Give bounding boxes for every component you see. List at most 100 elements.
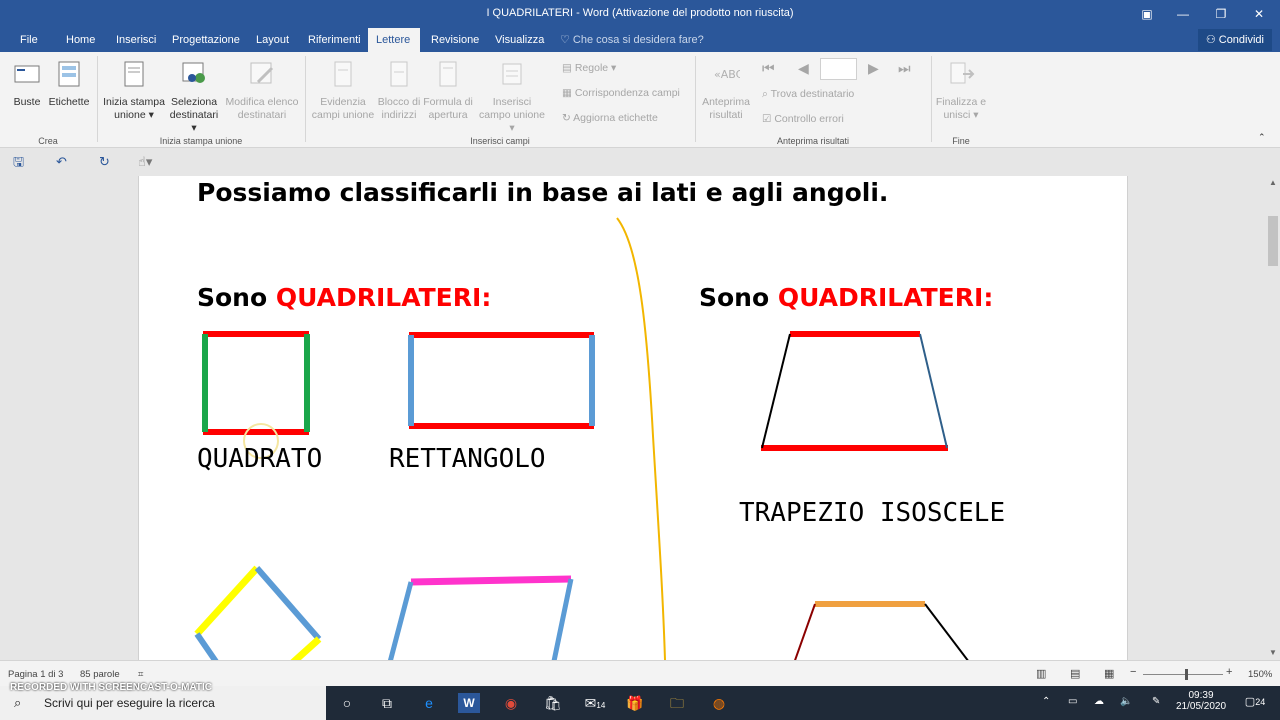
greeting-line-icon [439,61,457,87]
edit-list-icon [250,62,274,84]
tab-file[interactable]: File [12,28,46,52]
zoom-slider-thumb[interactable] [1185,669,1188,680]
tab-home[interactable]: Home [58,28,103,52]
close-button[interactable]: ✕ [1244,4,1274,24]
document-area[interactable]: Possiamo classificarli in base ai lati e… [0,176,1266,660]
evidenzia-campi-button[interactable]: Evidenzia campi unione [310,60,376,122]
scroll-down-icon[interactable]: ▼ [1266,646,1280,660]
vertical-scrollbar[interactable]: ▲ ▼ [1266,176,1280,660]
next-record-icon[interactable]: ▶ [868,60,879,77]
cortana-icon[interactable]: ○ [336,693,358,713]
file-explorer-icon[interactable]: 🗀 [666,693,688,713]
etichette-button[interactable]: Etichette [48,60,90,109]
recording-watermark: RECORDED WITH SCREENCAST-O-MATIC [10,682,213,693]
finish-merge-icon [950,62,975,84]
trapezio-label: TRAPEZIO ISOSCELE [739,498,1006,528]
show-hidden-icons[interactable]: ⌃ [1042,696,1050,707]
controllo-errori-button[interactable]: ☑ Controllo errori [762,113,844,125]
mail-icon[interactable]: ✉14 [584,693,606,713]
previous-record-icon[interactable]: ◀ [798,60,809,77]
ribbon-display-options-icon[interactable]: ▣ [1132,4,1162,24]
collapse-ribbon-icon[interactable]: ⌃ [1258,132,1266,143]
blocco-indirizzi-button[interactable]: Blocco di indirizzi [374,60,424,122]
update-labels-icon: ↻ [562,112,574,124]
tab-inserisci[interactable]: Inserisci [108,28,164,52]
page-count[interactable]: Pagina 1 di 3 [8,669,63,680]
aggiorna-etichette-button[interactable]: ↻ Aggiorna etichette [562,112,658,124]
last-record-icon[interactable]: ⏭ [898,60,911,77]
scroll-thumb[interactable] [1268,216,1278,266]
tab-revisione[interactable]: Revisione [423,28,487,52]
square-shape [202,331,310,435]
formula-apertura-button[interactable]: Formula di apertura [422,60,474,122]
proofing-icon[interactable]: ⌗ [138,669,143,680]
share-button[interactable]: ⚇ Condividi [1197,29,1272,51]
window-title: I QUADRILATERI - Word (Attivazione del p… [486,7,794,19]
word-count[interactable]: 85 parole [80,669,120,680]
regole-button[interactable]: ▤ Regole ▾ [562,62,616,74]
zoom-out-icon[interactable]: − [1130,666,1136,678]
group-anteprima: Anteprima risultati [776,136,850,146]
tab-visualizza[interactable]: Visualizza [487,28,552,52]
inizia-stampa-unione-button[interactable]: Inizia stampa unione ▾ [102,60,166,122]
onedrive-icon[interactable]: ☁ [1094,696,1104,707]
title-bar: I QUADRILATERI - Word (Attivazione del p… [0,0,1280,28]
tab-riferimenti[interactable]: Riferimenti [300,28,369,52]
clock[interactable]: 09:39 21/05/2020 [1176,690,1226,712]
zoom-slider[interactable] [1143,674,1223,675]
corrispondenza-campi-button[interactable]: ▦ Corrispondenza campi [562,87,680,99]
web-layout-icon[interactable]: ▦ [1104,667,1114,680]
trova-destinatario-button[interactable]: ⌕ Trova destinatario [762,88,854,101]
tab-layout[interactable]: Layout [248,28,297,52]
document-merge-icon [124,61,144,87]
tell-me-search[interactable]: ♡ Che cosa si desidera fare? [560,28,704,52]
undo-icon[interactable]: ↶ [56,155,70,169]
inserisci-campo-button[interactable]: Inserisci campo unione ▾ [476,60,548,135]
group-fine: Fine [952,136,970,146]
person-icon: ⚇ [1205,34,1219,46]
first-record-icon[interactable]: ⏮ [762,60,775,77]
gift-icon[interactable]: 🎁 [624,693,646,713]
tab-lettere[interactable]: Lettere [368,28,420,52]
touch-mode-icon[interactable]: ☝▾ [138,155,162,169]
rhombus-shape [194,565,322,660]
volume-icon[interactable]: 🔈 [1120,696,1132,707]
svg-text:«ABC»: «ABC» [714,68,740,81]
seleziona-destinatari-button[interactable]: Seleziona destinatari ▾ [166,60,222,135]
chrome-icon[interactable]: ◉ [500,693,522,713]
record-number-input[interactable] [820,58,857,80]
tab-progettazione[interactable]: Progettazione [164,28,248,52]
firefox-icon[interactable]: ◍ [708,693,730,713]
read-mode-icon[interactable]: ▥ [1036,667,1046,680]
save-icon[interactable]: 🖫 [13,155,27,169]
anteprima-risultati-button[interactable]: «ABC» Anteprima risultati [700,60,752,122]
group-crea: Crea [38,136,58,146]
minimize-button[interactable]: — [1168,4,1198,24]
document-page[interactable]: Possiamo classificarli in base ai lati e… [138,176,1128,660]
redo-icon[interactable]: ↻ [99,155,113,169]
scalene-trapezoid-shape [794,601,969,660]
edge-icon[interactable]: e [418,693,440,713]
print-layout-icon[interactable]: ▤ [1070,667,1080,680]
maximize-button[interactable]: ❐ [1206,4,1236,24]
insert-field-icon [502,63,522,85]
task-view-icon[interactable]: ⧉ [376,693,398,713]
quick-access-toolbar: 🖫 ↶ ↻ ☝▾ [0,148,1280,176]
store-icon[interactable]: 🛍 [542,693,564,713]
modifica-elenco-button[interactable]: Modifica elenco destinatari [224,60,300,122]
buste-button[interactable]: Buste [10,60,44,109]
group-inizia-stampa: Inizia stampa unione [159,136,243,146]
trapezoid-shape [761,331,948,451]
word-icon[interactable]: W [458,693,480,713]
pen-icon[interactable]: ✎ [1152,696,1160,707]
notifications-icon[interactable]: ▢24 [1242,695,1268,708]
address-block-icon [390,61,408,87]
rettangolo-label: RETTANGOLO [389,444,546,474]
zoom-level[interactable]: 150% [1248,669,1272,680]
finalizza-unisci-button[interactable]: Finalizza e unisci ▾ [934,60,988,122]
scroll-up-icon[interactable]: ▲ [1266,176,1280,190]
battery-icon[interactable]: ▭ [1068,696,1077,707]
zoom-in-icon[interactable]: + [1226,666,1232,678]
envelope-icon [14,65,40,83]
quadrato-label: QUADRATO [197,444,323,474]
